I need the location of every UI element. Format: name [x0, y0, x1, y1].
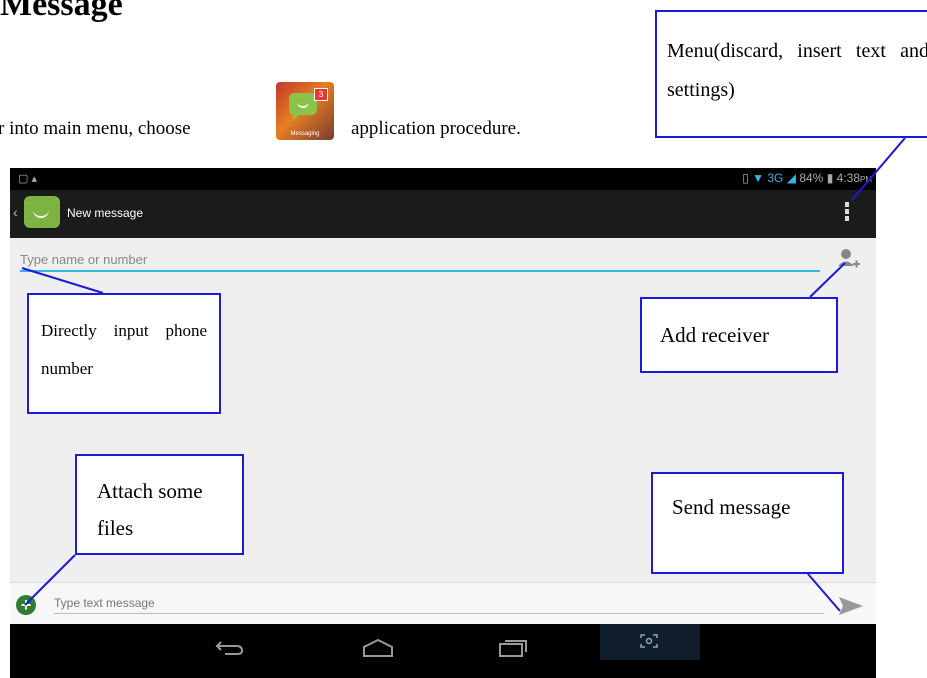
- callout-menu-text: Menu(discard, insert text and settings): [667, 40, 927, 101]
- callout-attach: Attach some files: [75, 454, 244, 555]
- callout-direct-input-text: Directly input phone number: [41, 321, 207, 378]
- callout-menu: Menu(discard, insert text and settings): [655, 10, 927, 138]
- callout-attach-text: Attach some files: [97, 479, 203, 540]
- callout-direct-input: Directly input phone number: [27, 293, 221, 414]
- callout-add-receiver-text: Add receiver: [660, 323, 770, 347]
- callout-send-text: Send message: [672, 495, 791, 519]
- callout-send: Send message: [651, 472, 844, 574]
- callout-add-receiver: Add receiver: [640, 297, 838, 373]
